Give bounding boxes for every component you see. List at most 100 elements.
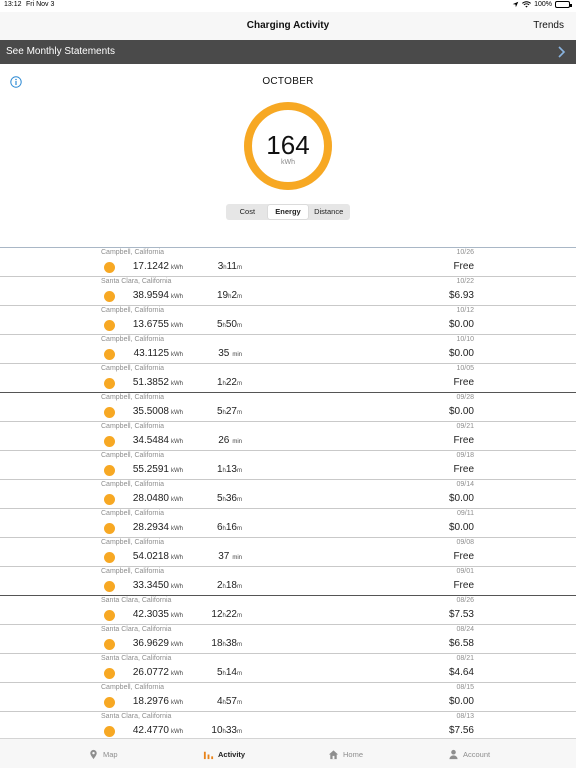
session-status-dot — [104, 349, 115, 360]
session-duration: 5h50m — [190, 319, 242, 330]
session-cost: $6.58 — [448, 638, 474, 649]
tab-home-label: Home — [343, 749, 364, 759]
session-date: 08/26 — [456, 597, 474, 604]
session-date: 09/21 — [456, 423, 474, 430]
list-item[interactable]: Campbell, California 09/21 34.5484 kWh 26 min… — [0, 422, 576, 451]
session-cost: Free — [453, 551, 474, 562]
session-duration-minutes-unit: m — [237, 381, 242, 387]
session-energy: 33.3450 kWh — [120, 580, 183, 591]
list-item[interactable]: Campbell, California 10/12 13.6755 kWh 5h50m… — [0, 306, 576, 335]
wifi-icon — [522, 1, 532, 8]
session-location: Campbell, California — [101, 336, 165, 343]
session-energy-unit: kWh — [171, 468, 183, 474]
session-location: Campbell, California — [101, 423, 165, 430]
list-item[interactable]: Campbell, California 09/14 28.0480 kWh 5h36m… — [0, 480, 576, 509]
session-status-dot — [104, 436, 115, 447]
tab-map[interactable]: Map — [88, 739, 118, 768]
session-duration: 1h22m — [190, 377, 242, 388]
session-status-dot — [104, 639, 115, 650]
session-duration: 5h14m — [190, 667, 242, 678]
session-duration-minutes-unit: min — [232, 352, 242, 358]
list-item[interactable]: Campbell, California 09/11 28.2934 kWh 6h16m… — [0, 509, 576, 538]
session-duration-minutes-unit: m — [237, 700, 242, 706]
session-energy: 18.2976 kWh — [120, 696, 183, 707]
list-item[interactable]: Campbell, California 09/01 33.3450 kWh 2h18m… — [0, 567, 576, 596]
tab-activity[interactable]: Activity — [203, 739, 245, 768]
session-energy-unit: kWh — [171, 584, 183, 590]
session-status-dot — [104, 552, 115, 563]
tab-home[interactable]: Home — [328, 739, 363, 768]
session-location: Campbell, California — [101, 510, 165, 517]
session-duration: 4h57m — [190, 696, 242, 707]
session-date: 09/28 — [456, 394, 474, 401]
nav-bar: Charging Activity Trends — [0, 12, 576, 40]
session-energy: 43.1125 kWh — [120, 348, 183, 359]
session-energy-unit: kWh — [171, 352, 183, 358]
session-date: 08/21 — [456, 655, 474, 662]
session-duration-hours: 18 — [211, 638, 223, 649]
tab-account[interactable]: Account — [448, 739, 490, 768]
session-duration-minutes: 50 — [225, 319, 237, 330]
session-status-dot — [104, 668, 115, 679]
session-energy: 42.3035 kWh — [120, 609, 183, 620]
session-duration: 10h33m — [190, 725, 242, 736]
session-cost: $0.00 — [448, 493, 474, 504]
segment-distance[interactable]: Distance — [308, 205, 349, 219]
session-duration-minutes: 36 — [225, 493, 237, 504]
session-energy: 38.9594 kWh — [120, 290, 183, 301]
session-location: Campbell, California — [101, 394, 165, 401]
list-item[interactable]: Campbell, California 09/08 54.0218 kWh 37 min… — [0, 538, 576, 567]
session-duration-minutes-unit: m — [237, 323, 242, 329]
charging-session-list[interactable]: Campbell, California 10/26 17.1242 kWh 3h11m… — [0, 248, 576, 738]
session-location: Campbell, California — [101, 452, 165, 459]
battery-percent: 100% — [534, 1, 552, 8]
session-date: 09/18 — [456, 452, 474, 459]
list-item[interactable]: Campbell, California 10/05 51.3852 kWh 1h22m… — [0, 364, 576, 393]
session-cost: Free — [453, 261, 474, 272]
list-item[interactable]: Campbell, California 09/18 55.2591 kWh 1h13m… — [0, 451, 576, 480]
session-cost: $6.93 — [448, 290, 474, 301]
session-energy-unit: kWh — [171, 439, 183, 445]
session-duration-minutes: 27 — [225, 406, 237, 417]
session-energy: 51.3852 kWh — [120, 377, 183, 388]
session-status-dot — [104, 610, 115, 621]
session-duration: 6h16m — [190, 522, 242, 533]
list-item[interactable]: Santa Clara, California 08/26 42.3035 kWh 12… — [0, 596, 576, 625]
session-energy-unit: kWh — [171, 381, 183, 387]
list-item[interactable]: Campbell, California 10/26 17.1242 kWh 3h11m… — [0, 248, 576, 277]
list-item[interactable]: Santa Clara, California 08/24 36.9629 kWh 18… — [0, 625, 576, 654]
session-energy-value: 38.9594 — [132, 290, 169, 301]
person-icon — [449, 749, 458, 759]
energy-unit: kWh — [281, 159, 295, 166]
session-energy-value: 33.3450 — [132, 580, 169, 591]
session-date: 10/22 — [456, 278, 474, 285]
list-item[interactable]: Santa Clara, California 08/21 26.0772 kWh 5h… — [0, 654, 576, 683]
session-energy: 35.5008 kWh — [120, 406, 183, 417]
session-cost: Free — [453, 435, 474, 446]
session-cost: $7.53 — [448, 609, 474, 620]
session-duration-minutes-unit: m — [237, 642, 242, 648]
session-energy-value: 17.1242 — [132, 261, 169, 272]
session-duration-minutes: 14 — [225, 667, 237, 678]
session-energy-value: 55.2591 — [132, 464, 169, 475]
session-date: 08/13 — [456, 713, 474, 720]
session-status-dot — [104, 378, 115, 389]
segment-cost[interactable]: Cost — [227, 205, 268, 219]
session-status-dot — [104, 581, 115, 592]
list-item[interactable]: Santa Clara, California 10/22 38.9594 kWh 19… — [0, 277, 576, 306]
session-location: Santa Clara, California — [101, 278, 172, 285]
status-time: 13:12 — [4, 1, 22, 8]
list-item[interactable]: Santa Clara, California 08/13 42.4770 kWh 10… — [0, 712, 576, 738]
segment-energy[interactable]: Energy — [267, 205, 309, 219]
session-duration: 5h36m — [190, 493, 242, 504]
list-item[interactable]: Campbell, California 08/15 18.2976 kWh 4h57m… — [0, 683, 576, 712]
session-duration: 3h11m — [190, 261, 242, 272]
session-duration: 2h18m — [190, 580, 242, 591]
trends-button[interactable]: Trends — [533, 20, 564, 31]
list-item[interactable]: Campbell, California 10/10 43.1125 kWh 35 min… — [0, 335, 576, 364]
session-location: Campbell, California — [101, 481, 165, 488]
session-energy-unit: kWh — [171, 526, 183, 532]
list-item[interactable]: Campbell, California 09/28 35.5008 kWh 5h27m… — [0, 393, 576, 422]
monthly-statements-banner[interactable]: See Monthly Statements — [0, 40, 576, 64]
session-date: 10/05 — [456, 365, 474, 372]
